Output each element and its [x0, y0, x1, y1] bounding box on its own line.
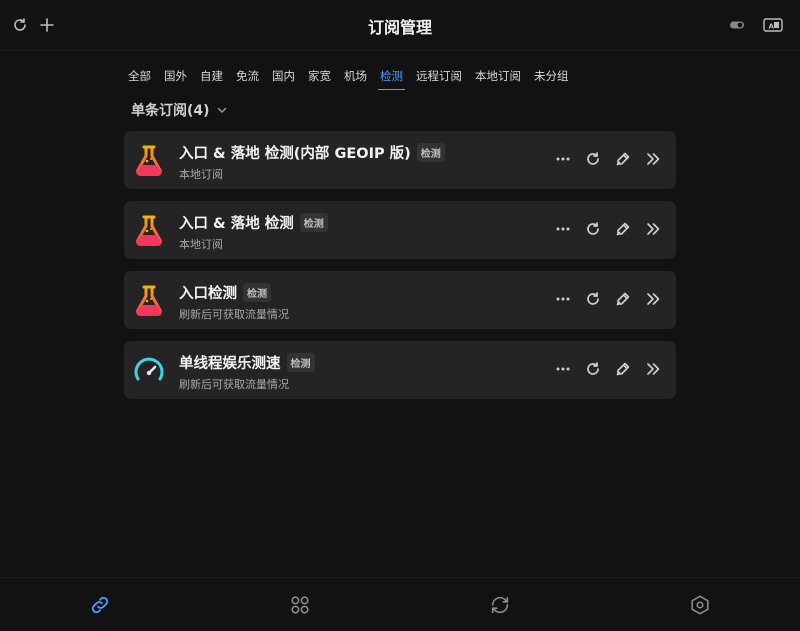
group-header[interactable]: 单条订阅(4) [131, 100, 228, 120]
category-badge: 检测 [299, 213, 328, 232]
category-tabs: 全部 国外 自建 免流 国内 家宽 机场 检测 远程订阅 本地订阅 未分组 [124, 64, 578, 90]
chevrons-right-icon[interactable] [642, 288, 664, 310]
edit-pen-icon[interactable] [612, 358, 634, 380]
tab-airport[interactable]: 机场 [340, 64, 371, 90]
more-icon[interactable] [552, 288, 574, 310]
subscription-title: 入口检测 [179, 286, 237, 302]
tab-self-built[interactable]: 自建 [196, 64, 227, 90]
chevrons-right-icon[interactable] [642, 358, 664, 380]
subscription-subtitle: 本地订阅 [179, 168, 223, 181]
edit-pen-icon[interactable] [612, 148, 634, 170]
bottom-nav [0, 577, 800, 631]
subscription-subtitle: 刷新后可获取流量情况 [179, 378, 289, 391]
link-icon[interactable] [88, 593, 112, 617]
tab-remote-subscription[interactable]: 远程订阅 [412, 64, 466, 90]
tab-domestic[interactable]: 国内 [268, 64, 299, 90]
more-icon[interactable] [552, 148, 574, 170]
chevron-down-icon [217, 107, 226, 114]
flask-icon [132, 143, 166, 177]
toggle-icon[interactable] [728, 16, 746, 34]
tab-ungrouped[interactable]: 未分组 [530, 64, 573, 90]
more-icon[interactable] [552, 358, 574, 380]
subscription-card[interactable]: 单线程娱乐测速 检测 刷新后可获取流量情况 [124, 341, 676, 399]
subscription-title: 入口 & 落地 检测 [179, 216, 294, 232]
tab-local-subscription[interactable]: 本地订阅 [471, 64, 525, 90]
refresh-icon[interactable] [582, 148, 604, 170]
subscription-title: 单线程娱乐测速 [179, 356, 281, 372]
refresh-icon[interactable] [582, 218, 604, 240]
translate-icon[interactable]: A [762, 16, 784, 34]
tab-home-broadband[interactable]: 家宽 [304, 64, 335, 90]
sync-icon[interactable] [488, 593, 512, 617]
tab-foreign[interactable]: 国外 [160, 64, 191, 90]
category-badge: 检测 [286, 353, 315, 372]
svg-text:A: A [769, 23, 775, 31]
subscription-title: 入口 & 落地 检测(内部 GEOIP 版) [179, 146, 411, 162]
refresh-icon[interactable] [582, 358, 604, 380]
group-title: 单条订阅(4) [131, 103, 210, 119]
chevrons-right-icon[interactable] [642, 218, 664, 240]
category-badge: 检测 [416, 143, 445, 162]
edit-pen-icon[interactable] [612, 288, 634, 310]
settings-hexagon-icon[interactable] [688, 593, 712, 617]
chevrons-right-icon[interactable] [642, 148, 664, 170]
page-title: 订阅管理 [367, 18, 432, 37]
header: 订阅管理 A [0, 0, 800, 51]
tab-free-data[interactable]: 免流 [232, 64, 263, 90]
edit-pen-icon[interactable] [612, 218, 634, 240]
subscription-subtitle: 刷新后可获取流量情况 [179, 308, 289, 321]
subscription-subtitle: 本地订阅 [179, 238, 223, 251]
grid-icon[interactable] [288, 593, 312, 617]
category-badge: 检测 [243, 283, 271, 302]
speedometer-icon [132, 353, 166, 387]
refresh-icon[interactable] [582, 288, 604, 310]
subscription-card[interactable]: 入口 & 落地 检测 检测 本地订阅 [124, 201, 676, 259]
flask-icon [132, 213, 166, 247]
subscription-card[interactable]: 入口 & 落地 检测(内部 GEOIP 版) 检测 本地订阅 [124, 131, 676, 189]
tab-all[interactable]: 全部 [124, 64, 155, 90]
tab-detection[interactable]: 检测 [376, 64, 407, 90]
subscription-card[interactable]: 入口检测 检测 刷新后可获取流量情况 [124, 271, 676, 329]
more-icon[interactable] [552, 218, 574, 240]
flask-icon [132, 283, 166, 317]
